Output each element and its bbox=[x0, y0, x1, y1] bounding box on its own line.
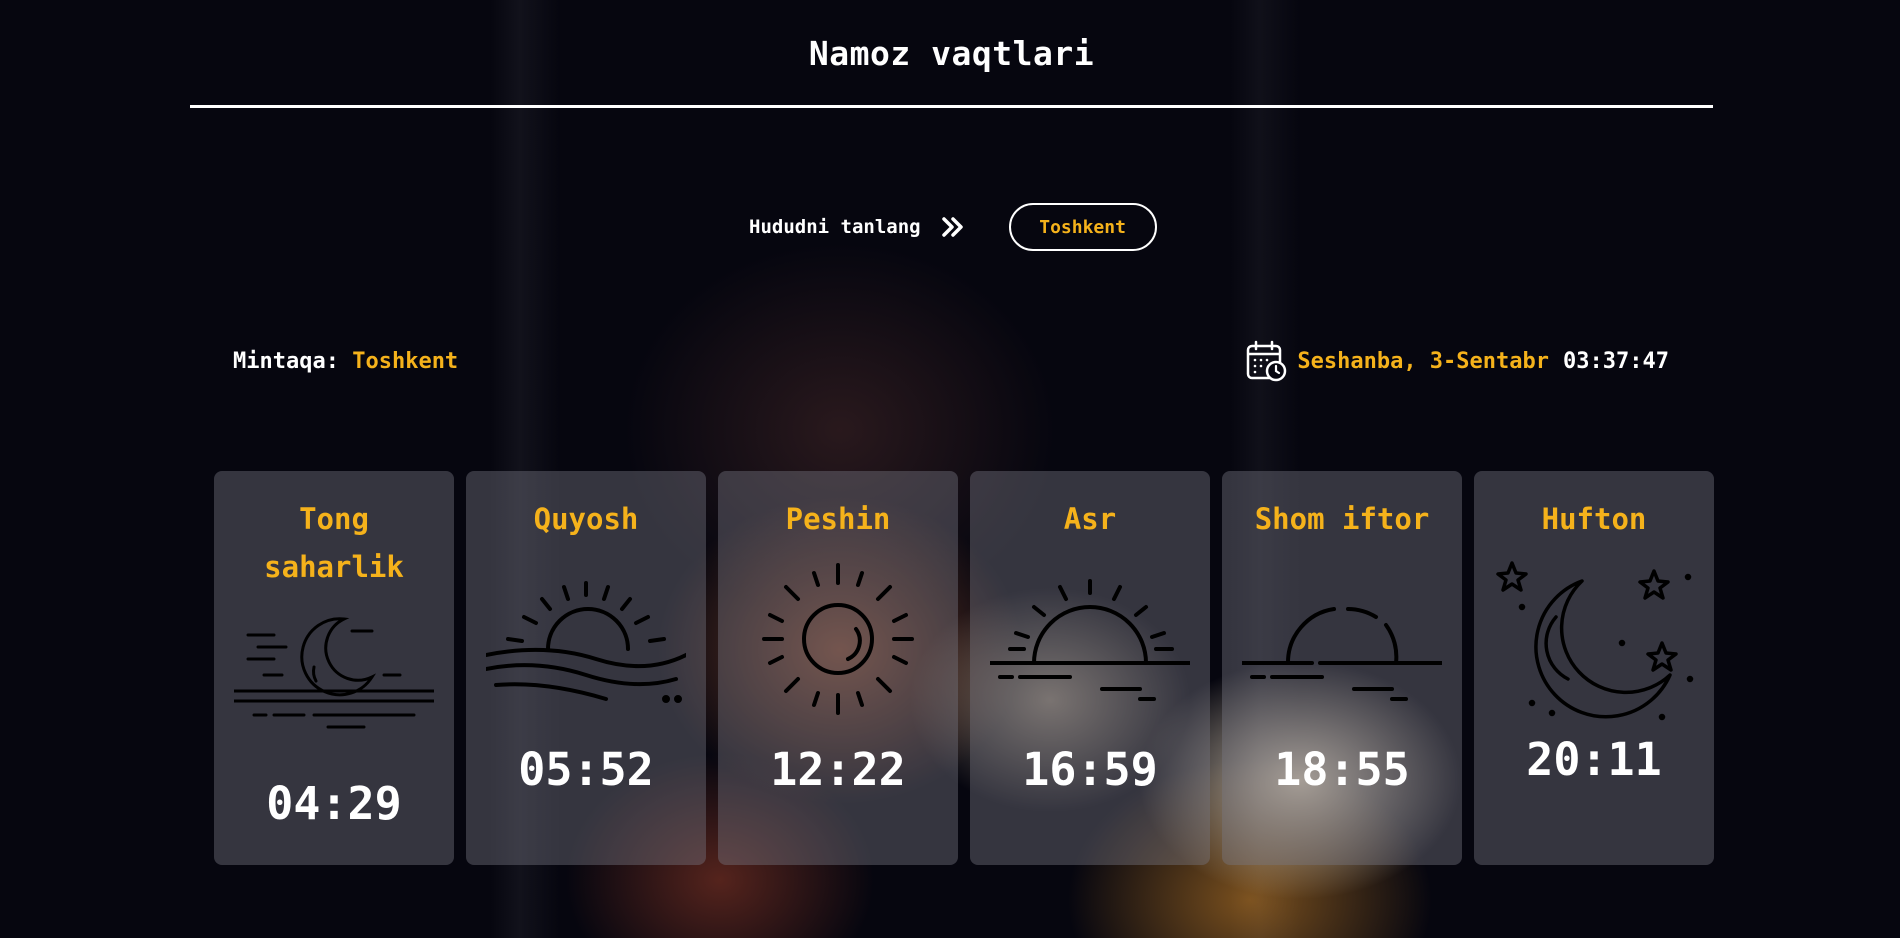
date-time-display: Seshanba, 3-Sentabr 03:37:47 bbox=[1245, 340, 1669, 382]
date-text: Seshanba, 3-Sentabr bbox=[1297, 348, 1550, 374]
prayer-name: Shom iftor bbox=[1254, 502, 1430, 536]
page-title: Namoz vaqtlari bbox=[808, 34, 1095, 73]
prayer-time: 18:55 bbox=[1274, 743, 1410, 796]
region-button[interactable]: Toshkent bbox=[1008, 203, 1157, 251]
prayer-time: 05:52 bbox=[518, 743, 654, 796]
region-select-label: Hududni tanlang bbox=[749, 216, 921, 238]
prayer-name: Tong saharlik bbox=[264, 502, 404, 584]
calendar-clock-icon bbox=[1245, 340, 1287, 382]
prayer-time: 04:29 bbox=[266, 777, 402, 830]
sun-icon bbox=[738, 559, 938, 723]
prayer-card-hufton: Hufton 20:11 bbox=[1474, 471, 1714, 865]
region-info: Mintaqa: Toshkent bbox=[233, 349, 458, 374]
region-info-label: Mintaqa: bbox=[233, 348, 339, 374]
header: Namoz vaqtlari bbox=[190, 0, 1713, 108]
sun-setting-icon bbox=[988, 571, 1192, 715]
prayer-card-shom-iftor: Shom iftor 18:55 bbox=[1222, 471, 1462, 865]
prayer-name: Quyosh bbox=[533, 502, 639, 536]
moon-over-water-icon bbox=[232, 611, 436, 745]
page: Namoz vaqtlari Hududni tanlang Toshkent … bbox=[0, 0, 1900, 938]
prayer-name: Peshin bbox=[785, 502, 891, 536]
region-info-value: Toshkent bbox=[352, 348, 459, 374]
double-chevron-right-icon bbox=[941, 217, 965, 237]
prayer-name: Hufton bbox=[1541, 502, 1647, 536]
prayer-name: Asr bbox=[1063, 502, 1117, 536]
prayer-card-quyosh: Quyosh 05:52 bbox=[466, 471, 706, 865]
prayer-card-asr: Asr 16:59 bbox=[970, 471, 1210, 865]
crescent-moon-stars-icon bbox=[1494, 547, 1694, 731]
prayer-cards: Tong saharlik 04:29 Quyosh 05:52 Peshin … bbox=[214, 471, 1714, 865]
region-selector: Hududni tanlang Toshkent bbox=[749, 203, 1157, 251]
prayer-time: 16:59 bbox=[1022, 743, 1158, 796]
prayer-time: 12:22 bbox=[770, 743, 906, 796]
prayer-card-tong-saharlik: Tong saharlik 04:29 bbox=[214, 471, 454, 865]
prayer-card-peshin: Peshin 12:22 bbox=[718, 471, 958, 865]
prayer-time: 20:11 bbox=[1526, 733, 1662, 786]
sunrise-over-hills-icon bbox=[484, 571, 688, 715]
clock-text: 03:37:47 bbox=[1563, 348, 1669, 374]
info-row: Mintaqa: Toshkent Seshanba, 3-Sentabr 03… bbox=[233, 340, 1669, 382]
sunset-horizon-icon bbox=[1240, 571, 1444, 715]
